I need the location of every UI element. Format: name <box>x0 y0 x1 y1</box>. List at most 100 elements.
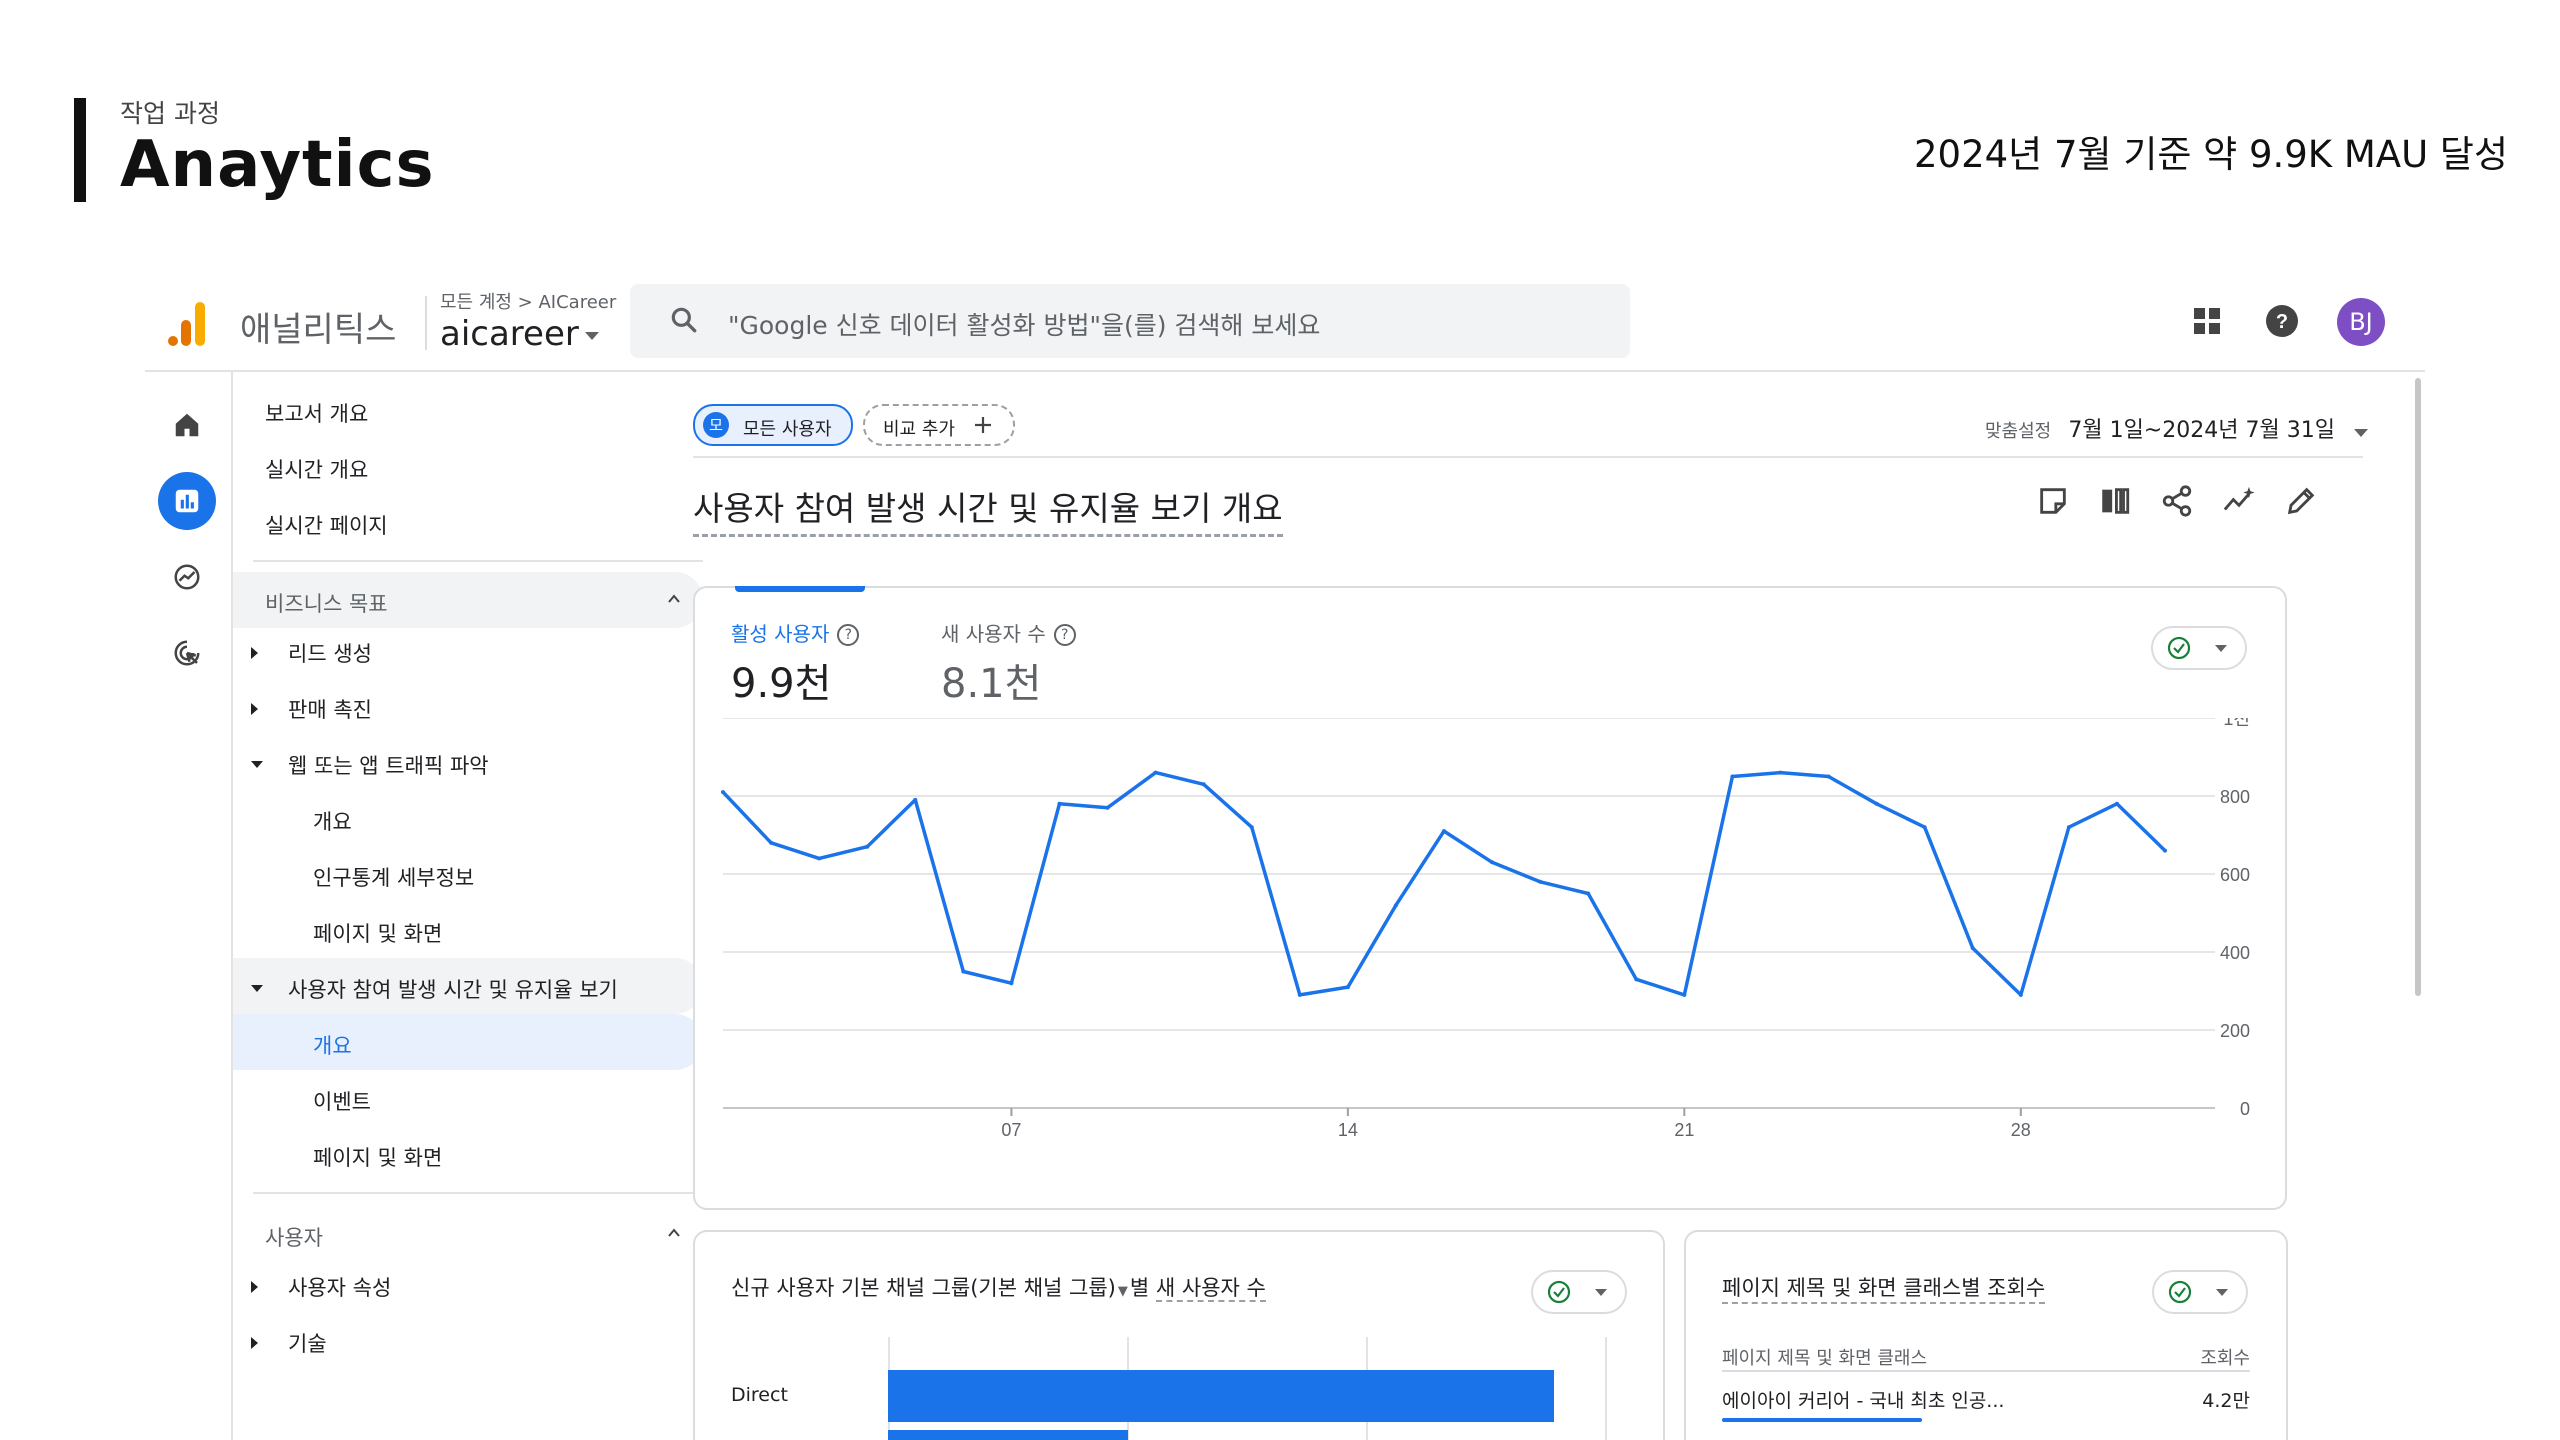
channel-bar[interactable] <box>888 1430 1128 1440</box>
slide-subtitle: 작업 과정 <box>120 99 220 128</box>
avatar[interactable]: BJ <box>2337 298 2385 346</box>
nav-drive-sales[interactable]: 판매 촉진 <box>288 694 372 724</box>
metric-chart-card: 활성 사용자? 9.9천 새 사용자 수? 8.1천 0 200 400 600 800… <box>693 586 2287 1210</box>
channel-bar-label: Direct <box>731 1384 788 1406</box>
help-circle-icon[interactable]: ? <box>1053 624 1076 646</box>
data-point <box>1153 770 1158 775</box>
nav-engagement-pages-screens[interactable]: 페이지 및 화면 <box>313 1142 442 1172</box>
nav-demographic-details[interactable]: 인구통계 세부정보 <box>313 862 474 892</box>
expand-arrow-icon[interactable] <box>251 1281 258 1293</box>
edit-icon[interactable] <box>2284 484 2318 518</box>
account-breadcrumb[interactable]: 모든 계정 > AICareer <box>440 288 616 314</box>
x-tick-label: 28 <box>2011 1120 2031 1138</box>
pages-card-title[interactable]: 페이지 제목 및 화면 클래스별 조회수 <box>1722 1272 2046 1304</box>
y-tick-label: 0 <box>2240 1099 2250 1119</box>
data-point <box>1826 774 1831 779</box>
channel-card-metric[interactable]: 새 사용자 수 <box>1155 1276 1266 1302</box>
check-circle-icon <box>1547 1280 1571 1304</box>
card-status-menu[interactable] <box>2151 626 2247 670</box>
help-circle-icon[interactable]: ? <box>837 624 860 646</box>
chevron-up-icon <box>668 1228 680 1237</box>
all-users-chip[interactable]: 모 모든 사용자 <box>693 404 853 446</box>
nav-engagement-overview[interactable]: 개요 <box>313 1030 352 1060</box>
chevron-up-icon <box>668 594 680 603</box>
nav-lead-generation[interactable]: 리드 생성 <box>288 638 372 668</box>
collapse-arrow-icon[interactable] <box>251 761 263 768</box>
report-navigation: 보고서 개요 실시간 개요 실시간 페이지 비즈니스 목표 리드 생성 판매 촉… <box>145 372 765 1440</box>
channel-bar[interactable] <box>888 1370 1554 1422</box>
pages-views-card: 페이지 제목 및 화면 클래스별 조회수 페이지 제목 및 화면 클래스 조회수… <box>1684 1230 2288 1440</box>
data-point <box>2018 992 2023 997</box>
nav-tech[interactable]: 기술 <box>288 1328 327 1358</box>
scrollbar[interactable] <box>2415 378 2421 996</box>
data-point <box>1393 903 1398 908</box>
active-tab-indicator <box>735 586 865 592</box>
nav-events[interactable]: 이벤트 <box>313 1086 371 1116</box>
nav-section-users[interactable]: 사용자 <box>233 1206 703 1262</box>
views-col-header[interactable]: 조회수 <box>2200 1344 2250 1372</box>
data-point <box>769 840 774 845</box>
data-point <box>2066 825 2071 830</box>
nav-user-attributes[interactable]: 사용자 속성 <box>288 1272 391 1302</box>
check-circle-icon <box>2168 1280 2192 1304</box>
nav-pages-screens[interactable]: 페이지 및 화면 <box>313 918 442 948</box>
series-line <box>721 770 2167 997</box>
data-point <box>2163 848 2167 853</box>
slide-title: Anaytics <box>120 128 435 202</box>
channel-card-title-prefix: 신규 사용자 기본 채널 그룹(기본 채널 그룹) <box>731 1276 1116 1300</box>
help-icon[interactable]: ? <box>2265 304 2299 338</box>
pages-col-header[interactable]: 페이지 제목 및 화면 클래스 <box>1722 1344 1928 1372</box>
date-range-picker[interactable]: 맞춤설정 7월 1일~2024년 7월 31일 <box>1985 412 2369 444</box>
y-tick-label: 400 <box>2220 943 2250 963</box>
nav-divider <box>253 560 703 562</box>
add-comparison-button[interactable]: 비교 추가 <box>863 404 1015 446</box>
compare-icon[interactable] <box>2098 484 2132 518</box>
x-tick-label: 14 <box>1338 1120 1358 1138</box>
data-point <box>1538 879 1543 884</box>
search-placeholder: "Google 신호 데이터 활성화 방법"을(를) 검색해 보세요 <box>728 311 1321 340</box>
nav-section-label: 비즈니스 목표 <box>265 592 388 616</box>
search-bar[interactable]: "Google 신호 데이터 활성화 방법"을(를) 검색해 보세요 <box>630 284 1630 358</box>
note-icon[interactable] <box>2036 484 2070 518</box>
metric-tab-active-users[interactable]: 활성 사용자? 9.9천 <box>731 618 860 709</box>
x-tick-label: 21 <box>1674 1120 1694 1138</box>
metric-tab-new-users[interactable]: 새 사용자 수? 8.1천 <box>941 618 1076 709</box>
apps-grid-icon[interactable] <box>2192 306 2222 336</box>
data-point <box>1490 860 1495 865</box>
data-point <box>1009 981 1014 986</box>
slide-accent-bar <box>74 98 86 202</box>
new-users-value: 8.1천 <box>941 661 1042 707</box>
card-status-menu[interactable] <box>2152 1270 2248 1314</box>
channel-group-card: 신규 사용자 기본 채널 그룹(기본 채널 그룹) ▼별 새 사용자 수 Dire… <box>693 1230 1665 1440</box>
share-icon[interactable] <box>2160 484 2194 518</box>
property-selector[interactable]: aicareer <box>440 314 599 354</box>
data-point <box>2114 801 2119 806</box>
expand-arrow-icon[interactable] <box>251 1337 258 1349</box>
nav-section-business[interactable]: 비즈니스 목표 <box>233 572 703 628</box>
collapse-arrow-icon[interactable] <box>251 985 263 992</box>
nav-realtime-pages[interactable]: 실시간 페이지 <box>265 510 388 540</box>
nav-traffic-overview[interactable]: 개요 <box>313 806 352 836</box>
chevron-down-icon <box>2216 1289 2228 1296</box>
nav-engagement-retention[interactable]: 사용자 참여 발생 시간 및 유지율 보기 <box>288 974 618 1004</box>
nav-realtime-overview[interactable]: 실시간 개요 <box>265 454 368 484</box>
data-point <box>1778 770 1783 775</box>
nav-section-label: 사용자 <box>265 1226 323 1250</box>
table-row-page-title[interactable]: 에이아이 커리어 - 국내 최초 인공... <box>1722 1386 2004 1413</box>
nav-traffic[interactable]: 웹 또는 앱 트래픽 파악 <box>288 750 489 780</box>
analytics-screenshot: 애널리틱스 모든 계정 > AICareer aicareer "Google … <box>145 270 2425 1440</box>
add-comparison-label: 비교 추가 <box>883 419 955 440</box>
nav-reports-snapshot[interactable]: 보고서 개요 <box>265 398 368 428</box>
channel-card-title-mid: 별 <box>1129 1276 1150 1300</box>
card-status-menu[interactable] <box>1531 1270 1627 1314</box>
table-row-bar <box>1722 1418 1922 1422</box>
data-point <box>721 790 725 795</box>
insights-icon[interactable] <box>2222 484 2256 518</box>
dropdown-caret-icon[interactable]: ▼ <box>1118 1284 1128 1299</box>
expand-arrow-icon[interactable] <box>251 647 258 659</box>
expand-arrow-icon[interactable] <box>251 703 258 715</box>
svg-text:?: ? <box>2276 311 2288 333</box>
y-tick-label: 600 <box>2220 865 2250 885</box>
analytics-logo-icon[interactable] <box>167 300 207 348</box>
channel-card-title: 신규 사용자 기본 채널 그룹(기본 채널 그룹) ▼별 새 사용자 수 <box>731 1272 1266 1302</box>
